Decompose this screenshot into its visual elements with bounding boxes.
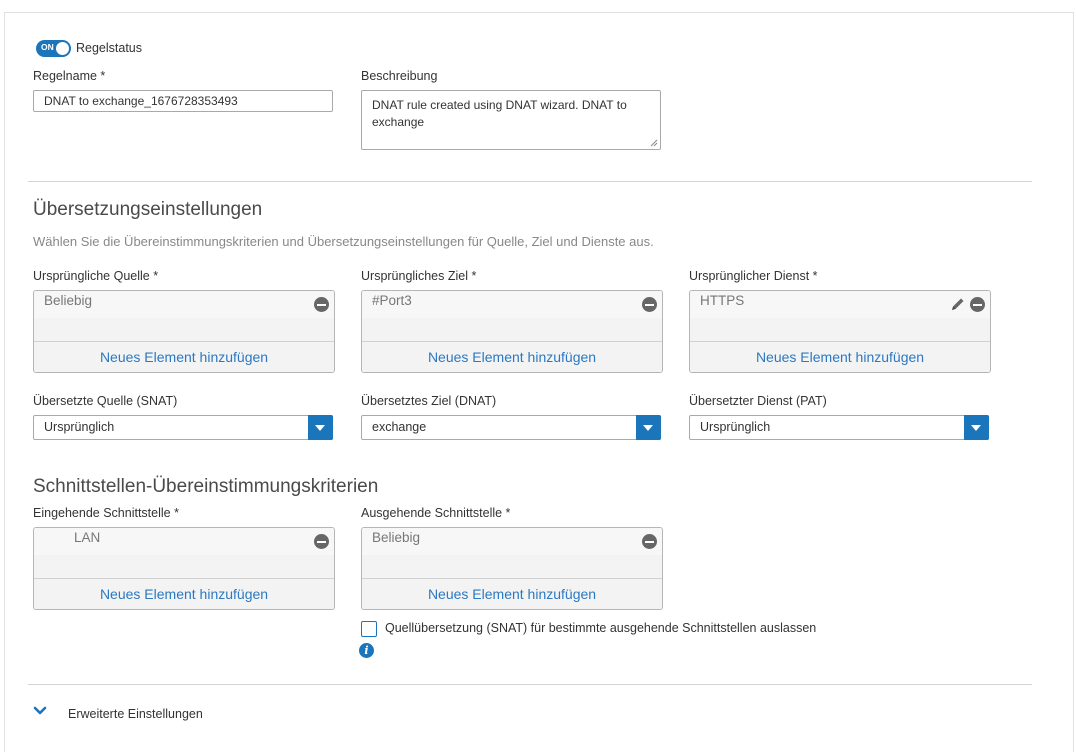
original-source-label: Ursprüngliche Quelle * xyxy=(33,269,159,283)
original-destination-label: Ursprüngliches Ziel * xyxy=(361,269,477,283)
list-item: #Port3 xyxy=(362,291,662,318)
list-item: Beliebig xyxy=(362,528,662,555)
add-new-item-button[interactable]: Neues Element hinzufügen xyxy=(34,341,334,372)
resize-grip-icon[interactable] xyxy=(650,139,658,147)
description-text: DNAT rule created using DNAT wizard. DNA… xyxy=(372,98,627,129)
original-source-list: Beliebig Neues Element hinzufügen xyxy=(33,290,335,373)
add-new-item-button[interactable]: Neues Element hinzufügen xyxy=(34,578,334,609)
toggle-knob xyxy=(56,42,69,55)
exclude-snat-checkbox[interactable] xyxy=(361,621,377,637)
interfaces-section-title: Schnittstellen-Übereinstimmungskriterien xyxy=(33,476,379,497)
translated-source-label: Übersetzte Quelle (SNAT) xyxy=(33,394,178,408)
rule-status-toggle[interactable]: ON xyxy=(36,40,71,57)
outbound-interface-list: Beliebig Neues Element hinzufügen xyxy=(361,527,663,610)
translated-service-label: Übersetzter Dienst (PAT) xyxy=(689,394,827,408)
divider xyxy=(28,684,1032,685)
remove-icon[interactable] xyxy=(314,534,329,549)
remove-icon[interactable] xyxy=(642,297,657,312)
list-item: Beliebig xyxy=(34,291,334,318)
remove-icon[interactable] xyxy=(314,297,329,312)
dropdown-arrow-icon[interactable] xyxy=(308,415,333,440)
divider xyxy=(28,181,1032,182)
translated-destination-select[interactable]: exchange xyxy=(361,415,661,440)
translated-service-value: Ursprünglich xyxy=(700,420,771,434)
translated-source-select[interactable]: Ursprünglich xyxy=(33,415,333,440)
translation-section-description: Wählen Sie die Übereinstimmungskriterien… xyxy=(33,234,654,249)
translated-destination-label: Übersetztes Ziel (DNAT) xyxy=(361,394,497,408)
list-item-text: #Port3 xyxy=(372,293,412,308)
dropdown-arrow-icon[interactable] xyxy=(636,415,661,440)
original-destination-list: #Port3 Neues Element hinzufügen xyxy=(361,290,663,373)
list-item-text: Beliebig xyxy=(372,530,421,545)
inbound-interface-list: LAN Neues Element hinzufügen xyxy=(33,527,335,610)
translation-section-title: Übersetzungseinstellungen xyxy=(33,199,263,220)
exclude-snat-label: Quellübersetzung (SNAT) für bestimmte au… xyxy=(385,621,817,635)
toggle-on-text: ON xyxy=(41,42,54,52)
description-label: Beschreibung xyxy=(361,69,438,83)
inbound-interface-label: Eingehende Schnittstelle * xyxy=(33,506,179,520)
add-new-item-button[interactable]: Neues Element hinzufügen xyxy=(362,578,662,609)
edit-pencil-icon[interactable] xyxy=(950,296,966,312)
translated-source-value: Ursprünglich xyxy=(44,420,115,434)
remove-icon[interactable] xyxy=(970,297,985,312)
list-item-text: LAN xyxy=(74,530,101,545)
rule-status-label: Regelstatus xyxy=(76,41,143,55)
rule-name-label: Regelname * xyxy=(33,69,106,83)
translated-destination-value: exchange xyxy=(372,420,427,434)
advanced-settings-toggle[interactable]: Erweiterte Einstellungen xyxy=(68,707,203,721)
remove-icon[interactable] xyxy=(642,534,657,549)
add-new-item-button[interactable]: Neues Element hinzufügen xyxy=(690,341,990,372)
list-item-text: Beliebig xyxy=(44,293,93,308)
info-icon[interactable]: i xyxy=(359,643,374,658)
list-item: HTTPS xyxy=(690,291,990,318)
original-service-label: Ursprünglicher Dienst * xyxy=(689,269,818,283)
add-new-item-button[interactable]: Neues Element hinzufügen xyxy=(362,341,662,372)
description-textarea[interactable]: DNAT rule created using DNAT wizard. DNA… xyxy=(361,90,661,150)
chevron-down-icon[interactable] xyxy=(33,706,47,716)
list-item-text: HTTPS xyxy=(700,293,745,308)
dropdown-arrow-icon[interactable] xyxy=(964,415,989,440)
translated-service-select[interactable]: Ursprünglich xyxy=(689,415,989,440)
list-item: LAN xyxy=(34,528,334,555)
original-service-list: HTTPS Neues Element hinzufügen xyxy=(689,290,991,373)
outbound-interface-label: Ausgehende Schnittstelle * xyxy=(361,506,511,520)
rule-name-input[interactable]: DNAT to exchange_1676728353493 xyxy=(33,90,333,112)
